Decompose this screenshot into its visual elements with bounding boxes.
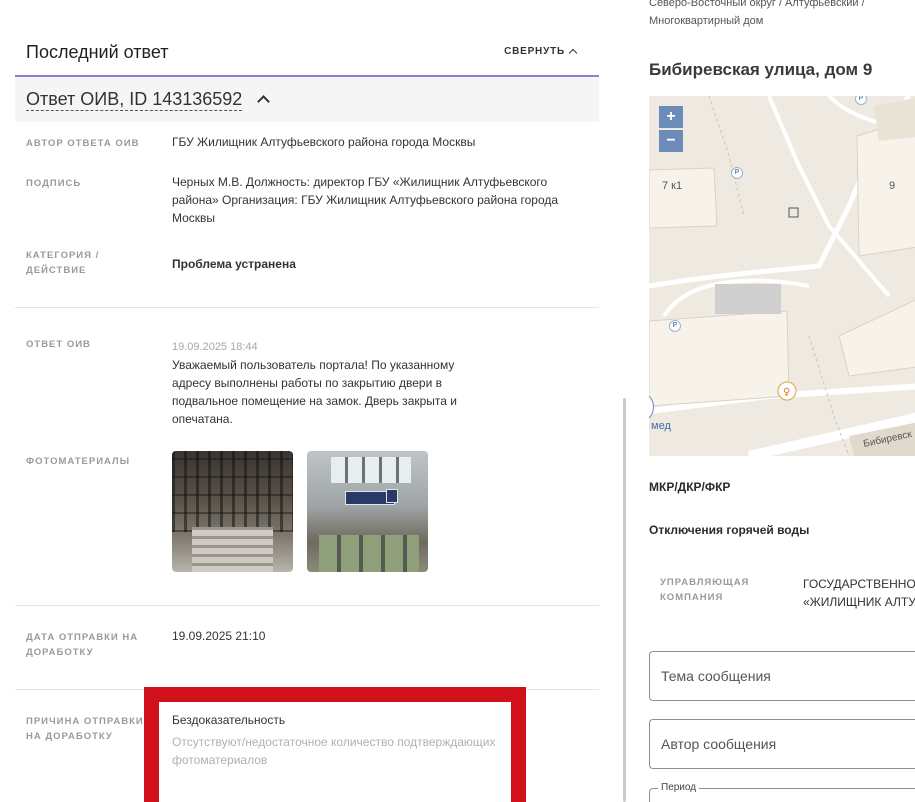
map-canvas: ♀	[649, 96, 915, 456]
section-title: Последний ответ	[26, 42, 169, 62]
svg-text:♀: ♀	[783, 387, 790, 398]
signature-label: ПОДПИСЬ	[26, 178, 82, 189]
mgmt-label: УПРАВЛЯЮЩАЯ КОМПАНИЯ	[660, 577, 750, 603]
highlight-frame	[144, 687, 526, 802]
divider	[15, 605, 599, 606]
parking-icon: P	[731, 167, 743, 179]
zoom-out-button[interactable]: −	[659, 130, 683, 152]
zoom-in-button[interactable]: +	[659, 106, 683, 128]
period-field[interactable]: Период	[649, 782, 915, 802]
breadcrumb-line[interactable]: Северо-Восточный округ / Алтуфьевский /	[649, 0, 865, 12]
collapse-label: СВЕРНУТЬ	[504, 46, 565, 57]
map-zoom-controls: + −	[659, 106, 683, 152]
answer-text: Уважаемый пользователь портала! По указа…	[172, 358, 457, 426]
photo-bars	[172, 451, 293, 532]
mkr-heading: МКР/ДКР/ФКР	[649, 480, 731, 494]
answer-panel: Последний ответ СВЕРНУТЬ Ответ ОИВ, ID 1…	[0, 0, 620, 802]
map-building-label: 9	[889, 180, 896, 192]
period-label: Период	[658, 782, 700, 793]
map[interactable]: ♀ + − 7 к1 9 мед Бибиревск P P P	[649, 96, 915, 456]
answer-label: ОТВЕТ ОИВ	[26, 339, 91, 350]
breadcrumb-line[interactable]: Многоквартирный дом	[649, 12, 865, 30]
chevron-up-icon	[568, 48, 578, 58]
mgmt-value-line: «ЖИЛИЩНИК АЛТУФЬЕВСКОГО	[803, 595, 915, 609]
answer-header: Ответ ОИВ, ID 143136592	[15, 77, 599, 122]
answer-date: 19.09.2025 18:44	[172, 341, 258, 353]
map-building-label: 7 к1	[662, 180, 683, 192]
photos-label: ФОТОМАТЕРИАЛЫ	[26, 456, 131, 467]
mgmt-value-line: ГОСУДАРСТВЕННОЕ БЮДЖЕТНОЕ	[803, 577, 915, 591]
subject-field[interactable]: Тема сообщения	[649, 651, 915, 701]
author-label: АВТОР ОТВЕТА ОИВ	[26, 138, 140, 149]
map-poi-label: мед	[651, 420, 671, 432]
category-value: Проблема устранена	[172, 257, 296, 271]
sent-date-value: 19.09.2025 21:10	[172, 629, 266, 643]
sent-date-label: ДАТА ОТПРАВКИ НА ДОРАБОТКУ	[26, 632, 139, 658]
category-label: КАТЕГОРИЯ / ДЕЙСТВИЕ	[26, 250, 100, 276]
breadcrumb: Северо-Восточный округ / Алтуфьевский / …	[649, 0, 865, 30]
collapse-button[interactable]: СВЕРНУТЬ	[504, 46, 578, 58]
scrollbar[interactable]	[623, 398, 626, 802]
divider	[15, 307, 599, 308]
reason-label: ПРИЧИНА ОТПРАВКИ НА ДОРАБОТКУ	[26, 716, 144, 742]
photo-thumbnail[interactable]	[172, 451, 293, 572]
photo-lower-windows	[319, 535, 419, 572]
address-title: Бибиревская улица, дом 9	[649, 60, 873, 79]
address-panel: Северо-Восточный округ / Алтуфьевский / …	[632, 0, 915, 802]
photo-thumbnail[interactable]	[307, 451, 428, 572]
photo-house-number	[386, 489, 398, 503]
signature-value: Черных М.В. Должность: директор ГБУ «Жил…	[172, 175, 559, 225]
photo-steps	[192, 527, 273, 572]
photo-windows	[331, 457, 411, 483]
author-value: ГБУ Жилищник Алтуфьевского района города…	[172, 135, 476, 149]
mgmt-value: ГОСУДАРСТВЕННОЕ БЮДЖЕТНОЕ «ЖИЛИЩНИК АЛТУ…	[803, 575, 915, 611]
chevron-up-icon[interactable]	[257, 95, 270, 108]
answer-id-toggle[interactable]: Ответ ОИВ, ID 143136592	[26, 89, 243, 111]
parking-icon: P	[669, 320, 681, 332]
hot-water-heading: Отключения горячей воды	[649, 523, 810, 537]
author-field[interactable]: Автор сообщения	[649, 719, 915, 769]
